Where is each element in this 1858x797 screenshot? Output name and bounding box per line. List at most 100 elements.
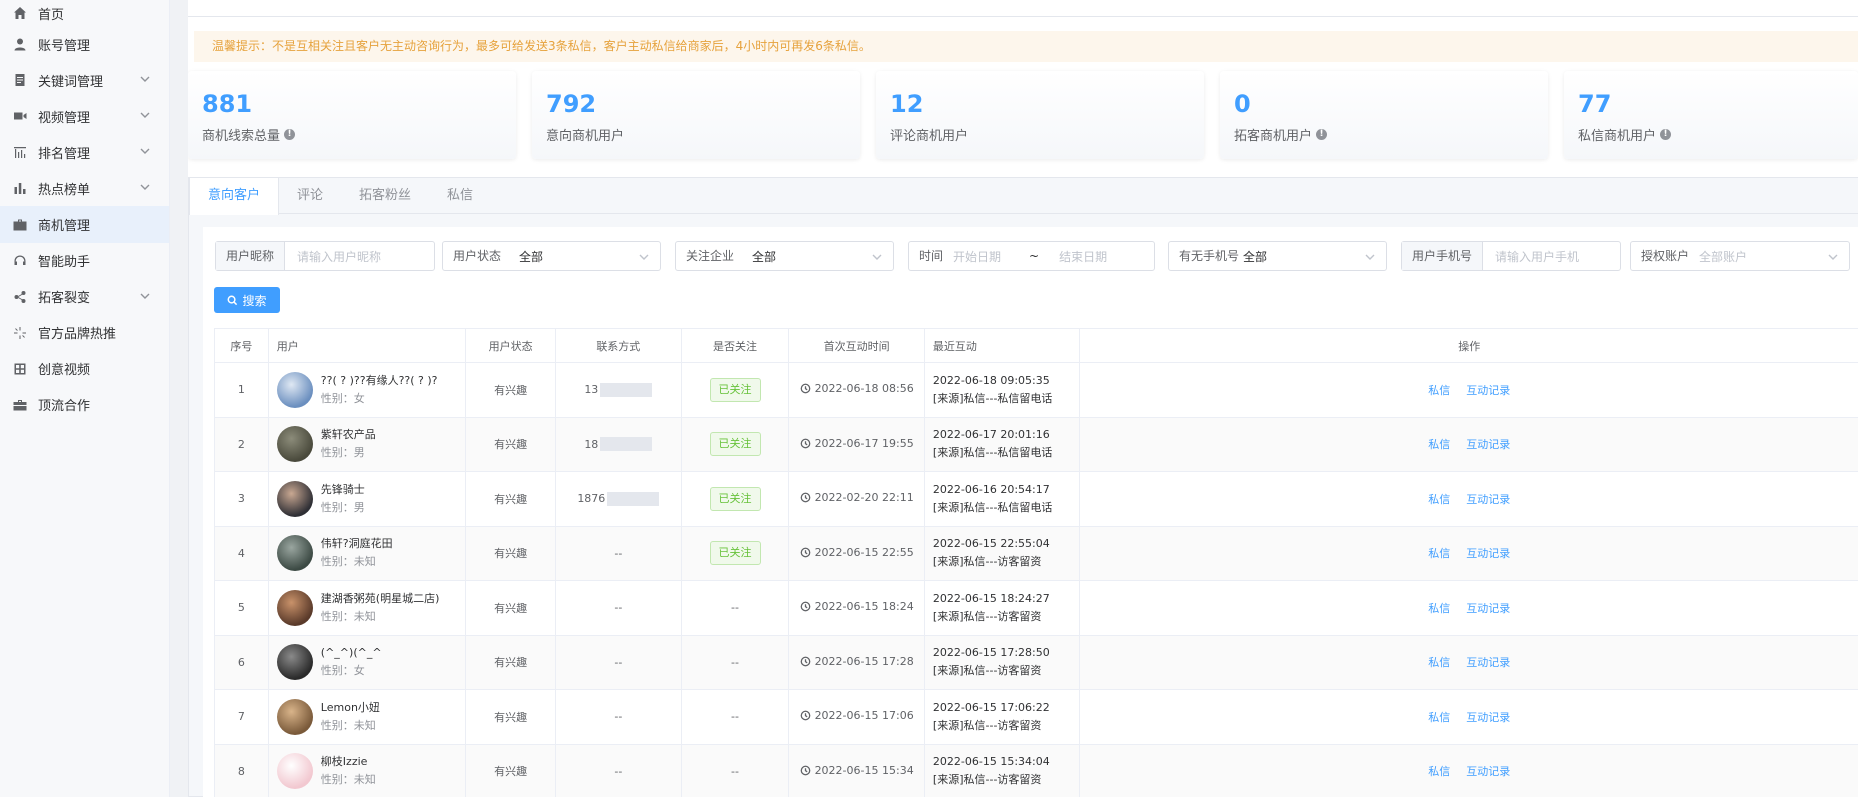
follow-status-badge: 已关注 xyxy=(709,377,761,402)
sidebar-item-2[interactable]: 关键词管理 xyxy=(0,62,169,98)
avatar xyxy=(276,753,313,790)
start-date-input[interactable]: 开始日期 xyxy=(953,248,1023,265)
search-button[interactable]: 搜索 xyxy=(214,287,280,313)
chevron-down-icon xyxy=(1827,251,1839,263)
toolbox-icon xyxy=(12,397,28,413)
user-status: 有兴趣 xyxy=(465,416,556,472)
user-cell: 先锋骑士性别：男 xyxy=(267,471,467,527)
follow-status-badge: 已关注 xyxy=(709,541,761,566)
operations-cell: 私信 互动记录 xyxy=(1079,416,1858,472)
date-range-picker[interactable]: 时间 开始日期 ~ 结束日期 xyxy=(908,241,1155,271)
sidebar-item-label: 关键词管理 xyxy=(38,74,104,90)
info-icon[interactable]: ! xyxy=(1316,129,1328,140)
time-label: 时间 xyxy=(919,249,944,263)
row-number: 1 xyxy=(214,362,269,418)
status-select[interactable]: 用户状态 全部 xyxy=(442,241,661,271)
message-link[interactable]: 私信 xyxy=(1428,765,1450,778)
user-icon xyxy=(12,36,28,52)
history-link[interactable]: 互动记录 xyxy=(1466,711,1510,724)
follow-select[interactable]: 关注企业 全部 xyxy=(675,241,894,271)
sidebar-item-10[interactable]: 创意视频 xyxy=(0,351,169,387)
end-date-input[interactable]: 结束日期 xyxy=(1059,248,1107,265)
stat-card: 77 私信商机用户! xyxy=(1564,71,1858,159)
sidebar-item-8[interactable]: 拓客裂变 xyxy=(0,279,169,315)
history-link[interactable]: 互动记录 xyxy=(1466,656,1510,669)
clock-icon xyxy=(800,547,810,558)
recent-source: [来源]私信---私信留电话 xyxy=(932,446,1053,460)
message-link[interactable]: 私信 xyxy=(1428,656,1450,669)
recent-time: 2022-06-16 20:54:17 xyxy=(932,482,1050,496)
info-icon[interactable]: ! xyxy=(1660,129,1672,140)
chevron-down-icon xyxy=(139,109,151,121)
tab-1[interactable]: 评论 xyxy=(279,178,341,213)
message-link[interactable]: 私信 xyxy=(1428,384,1450,397)
chevron-down-icon xyxy=(871,251,883,263)
search-button-label: 搜索 xyxy=(242,293,267,308)
stats-row: 881 商机线索总量! 792 意向商机用户 12 评论商机用户 0 拓客商机用户! 77 私信商… xyxy=(188,71,1858,159)
row-number: 2 xyxy=(214,416,269,472)
mobile-label: 用户手机号 xyxy=(1402,242,1484,270)
column-header: 是否关注 xyxy=(680,328,790,363)
history-link[interactable]: 互动记录 xyxy=(1466,384,1510,397)
phone-mask xyxy=(600,437,653,452)
follow-cell: 已关注 xyxy=(680,525,790,581)
customer-table: 序号 用户 用户状态 联系方式 是否关注 首次互动时间 最近互动 操作 1 ??( ? )??有… xyxy=(214,328,1858,797)
column-header: 操作 xyxy=(1079,328,1858,363)
nickname-filter: 用户昵称 请输入用户昵称 xyxy=(215,241,435,271)
message-link[interactable]: 私信 xyxy=(1428,711,1450,724)
user-status: 有兴趣 xyxy=(465,743,556,797)
sidebar-item-7[interactable]: 智能助手 xyxy=(0,243,169,279)
sidebar-item-4[interactable]: 排名管理 xyxy=(0,134,169,170)
user-gender: 性别：男 xyxy=(320,500,365,514)
recent-time: 2022-06-15 17:06:22 xyxy=(932,700,1050,714)
chevron-down-icon xyxy=(139,290,151,302)
search-icon xyxy=(228,295,238,305)
user-gender: 性别：未知 xyxy=(320,773,376,787)
sidebar-item-6[interactable]: 商机管理 xyxy=(0,206,169,243)
message-link[interactable]: 私信 xyxy=(1428,547,1450,560)
first-interaction-cell: 2022-06-15 22:55 xyxy=(788,525,925,581)
sidebar-item-5[interactable]: 热点榜单 xyxy=(0,170,169,206)
stat-card: 0 拓客商机用户! xyxy=(1220,71,1548,159)
sidebar-item-11[interactable]: 顶流合作 xyxy=(0,387,169,423)
has-phone-value: 全部 xyxy=(1243,249,1268,264)
stat-value: 12 xyxy=(890,90,924,118)
tab-0[interactable]: 意向客户 xyxy=(189,178,280,215)
user-cell: 建湖香粥苑(明星城二店) 性别：未知 xyxy=(267,580,467,636)
stat-value: 77 xyxy=(1578,90,1612,118)
account-select[interactable]: 授权账户 全部账户 xyxy=(1630,241,1850,271)
column-header: 用户状态 xyxy=(465,328,556,363)
message-link[interactable]: 私信 xyxy=(1428,602,1450,615)
message-link[interactable]: 私信 xyxy=(1428,493,1450,506)
sidebar-item-0[interactable]: 首页 xyxy=(0,0,169,26)
user-name: 先锋骑士 xyxy=(320,482,365,496)
column-header: 最近互动 xyxy=(923,328,1081,363)
sidebar-item-label: 创意视频 xyxy=(38,363,91,379)
tab-3[interactable]: 私信 xyxy=(429,178,491,213)
message-link[interactable]: 私信 xyxy=(1428,438,1450,451)
operations-cell: 私信 互动记录 xyxy=(1079,689,1858,745)
history-link[interactable]: 互动记录 xyxy=(1466,438,1510,451)
recent-time: 2022-06-15 22:55:04 xyxy=(932,537,1050,551)
has-phone-select[interactable]: 有无手机号 全部 xyxy=(1168,241,1387,271)
user-cell: Lemon小妞 性别：未知 xyxy=(267,689,467,745)
sidebar-item-1[interactable]: 账号管理 xyxy=(0,26,169,62)
mobile-input[interactable]: 请输入用户手机 xyxy=(1483,248,1579,265)
table-row: 2 紫轩农产品 性别：男 有兴趣 18 已关注 2022-06-17 19:55 2022-0… xyxy=(214,416,1858,472)
tab-2[interactable]: 拓客粉丝 xyxy=(341,178,429,213)
first-interaction-time: 2022-06-15 17:06 xyxy=(814,709,914,723)
avatar xyxy=(276,426,313,463)
history-link[interactable]: 互动记录 xyxy=(1466,493,1510,506)
recent-time: 2022-06-15 17:28:50 xyxy=(932,646,1050,660)
history-link[interactable]: 互动记录 xyxy=(1466,547,1510,560)
user-name: Lemon小妞 xyxy=(320,700,380,714)
follow-cell: 已关注 xyxy=(680,416,790,472)
info-icon[interactable]: ! xyxy=(284,129,296,140)
sidebar-item-3[interactable]: 视频管理 xyxy=(0,98,169,134)
history-link[interactable]: 互动记录 xyxy=(1466,602,1510,615)
contact-cell: -- xyxy=(554,689,682,745)
nickname-input[interactable]: 请输入用户昵称 xyxy=(285,248,381,265)
history-link[interactable]: 互动记录 xyxy=(1466,765,1510,778)
user-gender: 性别：未知 xyxy=(320,555,376,569)
sidebar-item-9[interactable]: 官方品牌热推 xyxy=(0,315,169,351)
